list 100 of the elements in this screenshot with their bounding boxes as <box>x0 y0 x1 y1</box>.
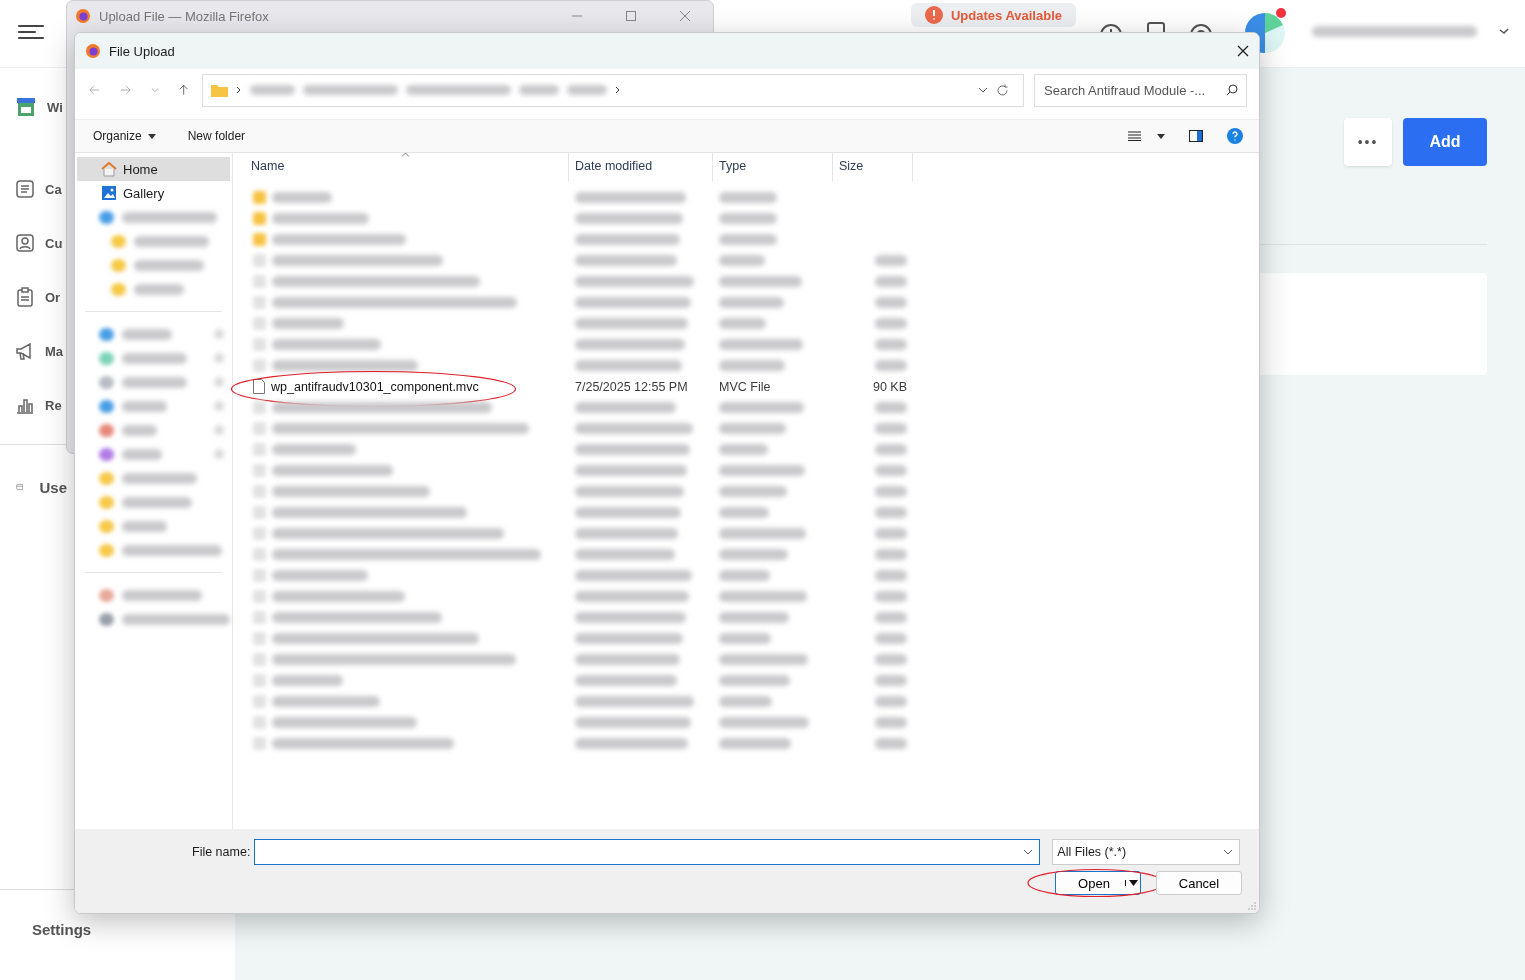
dialog-title: File Upload <box>109 43 175 59</box>
refresh-icon[interactable] <box>996 83 1009 97</box>
blurred-icon <box>253 338 266 351</box>
file-name-field[interactable] <box>254 839 1041 865</box>
blurred-text <box>719 255 765 266</box>
blurred-text <box>719 192 777 203</box>
blurred-text <box>122 424 157 436</box>
blurred-text <box>134 283 184 295</box>
blurred-text <box>875 696 907 707</box>
column-header[interactable]: Name <box>249 153 569 181</box>
close-icon[interactable] <box>1237 45 1249 57</box>
blurred-text <box>875 591 907 602</box>
add-button[interactable]: Add <box>1403 118 1487 166</box>
blurred-text <box>875 297 907 308</box>
blurred-icon <box>253 548 266 561</box>
chevron-right-icon <box>236 86 242 94</box>
sidebar-item[interactable]: Or <box>45 289 61 305</box>
up-arrow-icon[interactable] <box>178 83 188 97</box>
more-button[interactable]: ••• <box>1344 118 1392 166</box>
sidebar-item[interactable]: Cu <box>45 235 63 251</box>
column-header[interactable]: Size <box>833 153 913 181</box>
chevron-down-icon <box>1223 849 1234 855</box>
file-type-dropdown[interactable]: All Files (*.*) <box>1052 839 1241 865</box>
blurred-icon <box>253 422 266 435</box>
blurred-text <box>719 612 789 623</box>
column-header[interactable]: Type <box>713 153 833 181</box>
new-folder-button[interactable]: New folder <box>179 125 254 147</box>
search-icon <box>1226 83 1238 96</box>
browser-logo-icon <box>75 8 91 24</box>
blurred-text <box>134 259 204 271</box>
clipboard-icon[interactable] <box>15 287 35 307</box>
chevron-icon[interactable] <box>1499 27 1509 35</box>
maximize-icon[interactable] <box>625 10 637 22</box>
blurred-text <box>719 549 788 560</box>
dropdown-caret-icon[interactable] <box>1157 133 1165 139</box>
store-icon[interactable] <box>15 96 37 118</box>
help-icon[interactable] <box>1227 128 1243 144</box>
settings-link[interactable]: Settings <box>32 920 92 938</box>
blurred-text <box>719 213 777 224</box>
blurred-text <box>719 360 785 371</box>
browser-logo-icon <box>85 43 101 59</box>
file-icon <box>253 379 265 394</box>
blurred-text <box>875 423 907 434</box>
blurred-text <box>719 570 770 581</box>
sidebar-item[interactable]: Ma <box>45 343 64 359</box>
blurred-icon <box>99 495 114 509</box>
blurred-text <box>122 496 192 508</box>
blurred-text <box>122 376 187 388</box>
column-header[interactable]: Date modified <box>569 153 713 181</box>
view-list-icon[interactable] <box>1128 131 1141 141</box>
blurred-icon <box>253 632 266 645</box>
resize-grip-icon[interactable] <box>1248 902 1256 910</box>
blurred-icon <box>99 375 114 389</box>
field-label: File name: <box>192 845 251 859</box>
chevron-down-icon[interactable] <box>978 87 988 93</box>
blurred-text <box>875 465 907 476</box>
blurred-text <box>875 675 907 686</box>
blurred-text <box>875 654 907 665</box>
blurred-icon <box>253 674 266 687</box>
preview-pane-icon[interactable] <box>1189 130 1203 142</box>
sidebar-item[interactable]: Wi <box>47 99 63 115</box>
blurred-text <box>875 717 907 728</box>
blurred-icon <box>253 212 266 225</box>
dialog-button[interactable]: Cancel <box>1156 871 1242 895</box>
dropdown-caret-icon <box>147 133 156 139</box>
list-icon[interactable] <box>15 179 35 199</box>
blurred-icon <box>253 359 266 372</box>
blurred-icon <box>99 351 114 365</box>
blurred-text <box>875 444 907 455</box>
blurred-text <box>719 234 777 245</box>
blurred-text <box>719 486 787 497</box>
blurred-icon <box>253 716 266 729</box>
blurred-icon <box>99 210 114 224</box>
menu-icon[interactable] <box>18 24 44 40</box>
blurred-icon <box>99 423 114 437</box>
blurred-icon <box>214 449 224 459</box>
blurred-text <box>719 675 790 686</box>
search-field[interactable]: Search Antifraud Module -... <box>1034 73 1247 107</box>
blurred-icon <box>253 485 266 498</box>
home-icon <box>101 161 117 177</box>
contact-icon[interactable] <box>15 233 35 253</box>
blurred-icon <box>253 611 266 624</box>
type-cell-text: MVC File <box>718 379 772 394</box>
blurred-icon <box>214 401 224 411</box>
blurred-text <box>719 423 786 434</box>
blurred-icon <box>99 519 114 533</box>
blurred-icon <box>214 353 224 363</box>
blurred-text <box>875 486 907 497</box>
blurred-icon <box>214 329 224 339</box>
nav-pane-item[interactable]: Gallery <box>77 181 230 205</box>
dialog-button[interactable]: Open <box>1055 871 1141 895</box>
nav-pane-item[interactable]: Home <box>77 157 230 181</box>
size-cell-text: 90 KB <box>871 379 908 394</box>
sort-caret-icon <box>401 152 410 157</box>
blurred-icon <box>99 327 114 341</box>
sidebar-item[interactable]: Re <box>45 397 62 413</box>
blurred-text <box>875 402 907 413</box>
sidebar-item[interactable]: Use <box>39 478 67 496</box>
sidebar-item[interactable]: Ca <box>45 181 62 197</box>
organize-menu[interactable]: Organize <box>85 125 164 147</box>
